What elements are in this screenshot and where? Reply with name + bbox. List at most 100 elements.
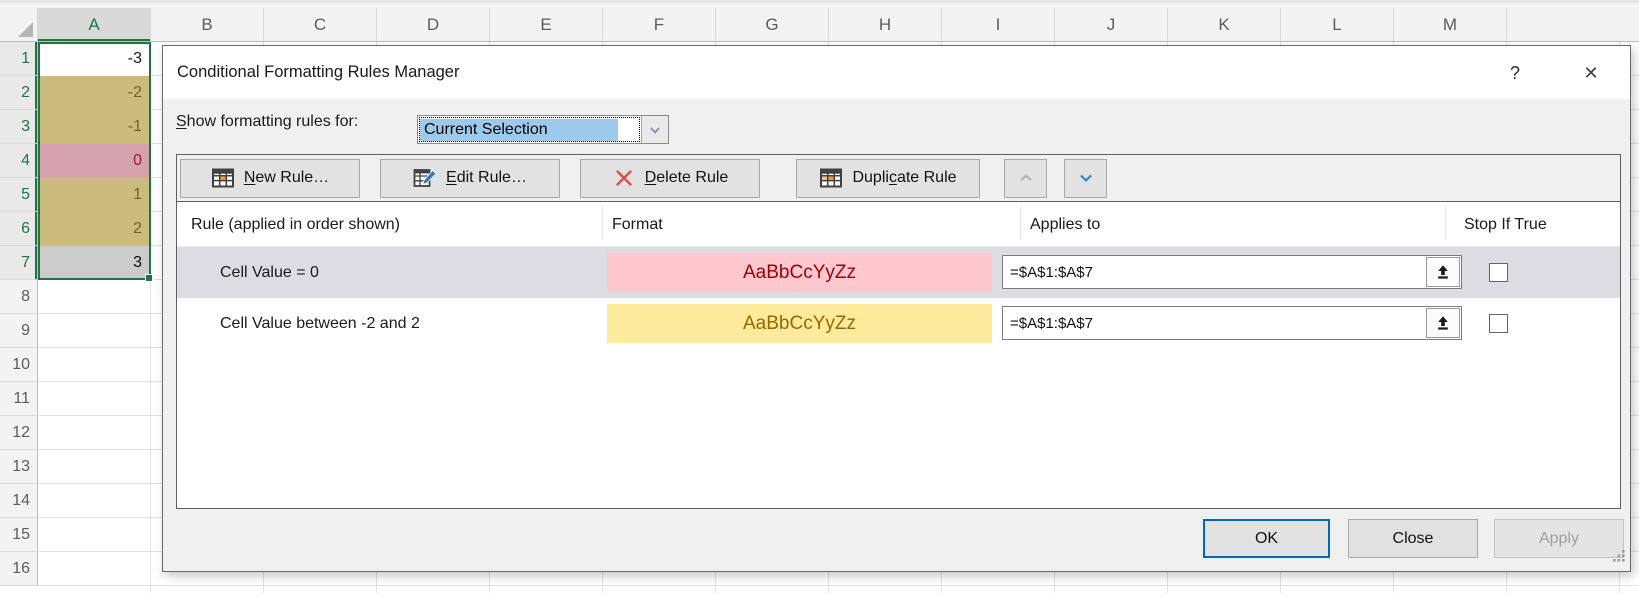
column-header-k[interactable]: K: [1168, 8, 1281, 41]
header-rule: Rule (applied in order shown): [191, 202, 400, 247]
row-header-16[interactable]: 16: [0, 552, 38, 586]
header-divider: [1020, 206, 1021, 240]
new-rule-label: New Rule…: [244, 169, 329, 187]
column-header-m[interactable]: M: [1394, 8, 1507, 41]
applies-to-value: =$A$1:$A$7: [1010, 256, 1093, 288]
header-format: Format: [612, 202, 663, 247]
cell-a4[interactable]: 0: [38, 144, 150, 178]
rules-list-header: Rule (applied in order shown) Format App…: [177, 202, 1620, 247]
row-header-4[interactable]: 4: [0, 144, 38, 178]
cell-a7[interactable]: 3: [38, 246, 150, 280]
row-header-7[interactable]: 7: [0, 246, 38, 280]
collapse-range-button[interactable]: [1426, 308, 1460, 338]
duplicate-rule-button[interactable]: Duplicate Rule: [796, 159, 980, 198]
row-header-12[interactable]: 12: [0, 416, 38, 450]
row-header-5[interactable]: 5: [0, 178, 38, 212]
help-button[interactable]: ?: [1500, 59, 1530, 87]
cell-a5[interactable]: 1: [38, 178, 150, 212]
row-headers: 1 2 3 4 5 6 7 8 9 10 11 12 13 14 15 16: [0, 42, 38, 586]
close-x-icon: ✕: [1583, 63, 1598, 84]
close-button[interactable]: Close: [1348, 519, 1478, 558]
column-header-g[interactable]: G: [716, 8, 829, 41]
select-all-triangle-icon: [18, 22, 33, 37]
show-rules-combobox[interactable]: Current Selection: [417, 115, 669, 144]
label-post: how formatting rules for:: [187, 113, 359, 130]
question-mark-icon: ?: [1510, 63, 1520, 84]
row-header-8[interactable]: 8: [0, 280, 38, 314]
dialog-title-bar[interactable]: Conditional Formatting Rules Manager: [163, 46, 1630, 99]
red-x-icon: [612, 166, 636, 190]
dialog-title: Conditional Formatting Rules Manager: [177, 63, 459, 82]
header-stop-if-true: Stop If True: [1464, 202, 1547, 247]
chevron-down-icon: [1074, 166, 1098, 190]
apply-button[interactable]: Apply: [1494, 519, 1624, 558]
ok-button[interactable]: OK: [1203, 519, 1330, 558]
move-rule-down-button[interactable]: [1064, 159, 1107, 198]
rules-toolbar: New Rule… Edit Rule… Delete Rule: [176, 154, 1621, 202]
format-preview: AaBbCcYyZz: [607, 253, 992, 292]
duplicate-rule-label: Duplicate Rule: [852, 169, 956, 187]
close-dialog-button[interactable]: ✕: [1576, 59, 1606, 87]
edit-rule-button[interactable]: Edit Rule…: [380, 159, 560, 198]
applies-to-input[interactable]: =$A$1:$A$7: [1002, 255, 1462, 289]
excel-window: A B C D E F G H I J K L M 1 2 3 4 5 6 7 …: [0, 0, 1639, 593]
delete-rule-button[interactable]: Delete Rule: [580, 159, 760, 198]
row-header-1[interactable]: 1: [0, 42, 38, 76]
cell-a6[interactable]: 2: [38, 212, 150, 246]
resize-grip-icon: [1612, 549, 1625, 562]
column-header-b[interactable]: B: [151, 8, 264, 41]
row-header-9[interactable]: 9: [0, 314, 38, 348]
show-rules-label: Show formatting rules for:: [176, 113, 358, 131]
row-header-3[interactable]: 3: [0, 110, 38, 144]
edit-rule-label: Edit Rule…: [446, 169, 527, 187]
rules-list: Rule (applied in order shown) Format App…: [176, 201, 1621, 509]
cell-a3[interactable]: -1: [38, 110, 150, 144]
cf-rules-manager-dialog: Conditional Formatting Rules Manager ? ✕…: [162, 45, 1631, 572]
column-header-h[interactable]: H: [829, 8, 942, 41]
rule-name: Cell Value between -2 and 2: [220, 298, 420, 349]
rule-row-1[interactable]: Cell Value = 0 AaBbCcYyZz =$A$1:$A$7: [177, 247, 1620, 298]
delete-rule-label: Delete Rule: [645, 169, 729, 187]
applies-to-value: =$A$1:$A$7: [1010, 307, 1093, 339]
row-header-6[interactable]: 6: [0, 212, 38, 246]
stop-if-true-checkbox[interactable]: [1489, 263, 1508, 282]
column-header-l[interactable]: L: [1281, 8, 1394, 41]
column-header-c[interactable]: C: [264, 8, 377, 41]
stop-if-true-checkbox[interactable]: [1489, 314, 1508, 333]
chevron-up-icon: [1014, 166, 1038, 190]
column-header-f[interactable]: F: [603, 8, 716, 41]
combobox-dropdown-button[interactable]: [641, 116, 668, 143]
header-divider: [602, 206, 603, 240]
row-header-15[interactable]: 15: [0, 518, 38, 552]
new-rule-button[interactable]: New Rule…: [180, 159, 360, 198]
move-rule-up-button[interactable]: [1004, 159, 1047, 198]
column-header-j[interactable]: J: [1055, 8, 1168, 41]
row-header-13[interactable]: 13: [0, 450, 38, 484]
row-header-11[interactable]: 11: [0, 382, 38, 416]
collapse-range-button[interactable]: [1426, 257, 1460, 287]
table-grid-icon: [819, 166, 843, 190]
chevron-down-icon: [645, 120, 665, 140]
cell-a2[interactable]: -2: [38, 76, 150, 110]
column-header-e[interactable]: E: [490, 8, 603, 41]
resize-grip[interactable]: [1612, 549, 1625, 567]
collapse-range-arrow-icon: [1434, 314, 1452, 332]
table-grid-icon: [211, 166, 235, 190]
cell-a1[interactable]: -3: [38, 42, 150, 76]
format-preview: AaBbCcYyZz: [607, 304, 992, 343]
table-pencil-icon: [413, 166, 437, 190]
header-divider: [1445, 206, 1446, 240]
column-headers: A B C D E F G H I J K L M: [0, 8, 1639, 42]
column-header-i[interactable]: I: [942, 8, 1055, 41]
applies-to-input[interactable]: =$A$1:$A$7: [1002, 306, 1462, 340]
row-header-2[interactable]: 2: [0, 76, 38, 110]
select-all-corner[interactable]: [0, 8, 38, 41]
rule-row-2[interactable]: Cell Value between -2 and 2 AaBbCcYyZz =…: [177, 298, 1620, 349]
row-header-10[interactable]: 10: [0, 348, 38, 382]
column-header-a[interactable]: A: [38, 8, 151, 41]
collapse-range-arrow-icon: [1434, 263, 1452, 281]
row-header-14[interactable]: 14: [0, 484, 38, 518]
combobox-selected-value: Current Selection: [420, 119, 618, 141]
combobox-value-area[interactable]: Current Selection: [418, 116, 641, 143]
column-header-d[interactable]: D: [377, 8, 490, 41]
